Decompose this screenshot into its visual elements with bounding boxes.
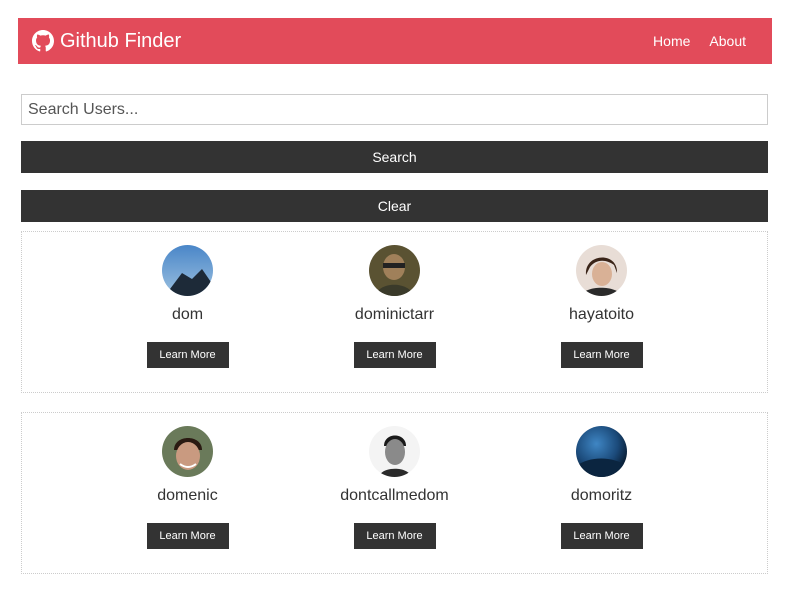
search-input[interactable]	[21, 94, 768, 125]
username: domoritz	[570, 487, 633, 504]
avatar	[576, 426, 627, 477]
user-card: dontcallmedom Learn More	[305, 413, 485, 573]
nav-link-about[interactable]: About	[709, 33, 746, 49]
search-button[interactable]: Search	[21, 141, 768, 173]
avatar	[162, 245, 213, 296]
username: dominictarr	[354, 306, 435, 323]
user-card: hayatoito Learn More	[512, 232, 692, 392]
avatar	[576, 245, 627, 296]
user-grid-row-2: domenic Learn More dontcallmedom Learn M…	[21, 412, 768, 574]
nav-links: Home About	[653, 33, 758, 49]
username: domenic	[157, 487, 218, 504]
learn-more-button[interactable]: Learn More	[146, 342, 229, 368]
learn-more-button[interactable]: Learn More	[560, 342, 643, 368]
avatar	[162, 426, 213, 477]
learn-more-button[interactable]: Learn More	[146, 523, 229, 549]
learn-more-button[interactable]: Learn More	[353, 523, 436, 549]
brand[interactable]: Github Finder	[32, 30, 181, 53]
user-card: dominictarr Learn More	[305, 232, 485, 392]
nav-link-home[interactable]: Home	[653, 33, 690, 49]
user-card: domenic Learn More	[98, 413, 278, 573]
learn-more-button[interactable]: Learn More	[353, 342, 436, 368]
user-grid-row-1: dom Learn More dominictarr Learn More ha…	[21, 231, 768, 393]
avatar	[369, 245, 420, 296]
clear-button[interactable]: Clear	[21, 190, 768, 222]
learn-more-button[interactable]: Learn More	[560, 523, 643, 549]
username: dontcallmedom	[340, 487, 449, 504]
navbar: Github Finder Home About	[18, 18, 772, 64]
username: hayatoito	[569, 306, 634, 323]
username: dom	[171, 306, 204, 323]
avatar	[369, 426, 420, 477]
brand-title: Github Finder	[60, 29, 182, 52]
user-card: dom Learn More	[98, 232, 278, 392]
github-icon	[32, 30, 54, 52]
user-card: domoritz Learn More	[512, 413, 692, 573]
